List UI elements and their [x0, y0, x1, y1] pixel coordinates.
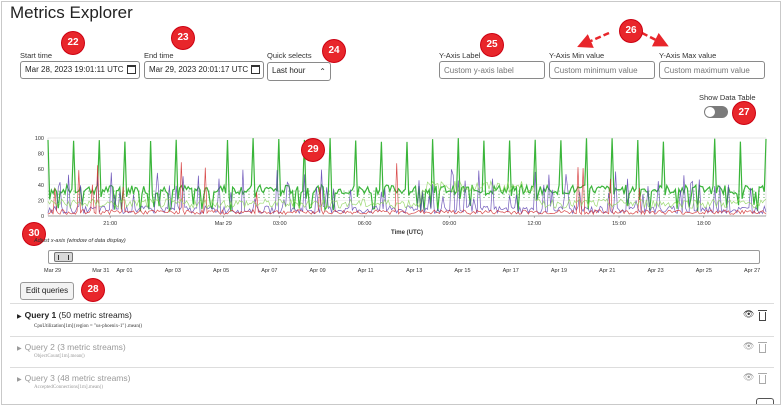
query-row[interactable]: ▶ Query 1 (50 metric streams) CpuUtilizat… — [10, 303, 774, 336]
callout-badge-25: 25 — [481, 34, 503, 56]
callout-badge-29: 29 — [302, 139, 324, 161]
start-time-value: Mar 28, 2023 19:01:11 UTC — [25, 65, 124, 74]
x-tick-label: 21:00 — [103, 221, 117, 227]
trash-icon[interactable] — [758, 373, 767, 384]
x-tick-label: 18:00 — [697, 221, 711, 227]
eye-off-icon[interactable]: 👁 — [743, 341, 754, 352]
range-date-label: Mar 31 — [92, 268, 110, 274]
query-name: Query 1 — [24, 310, 57, 320]
query-stream-count: (50 metric streams) — [58, 310, 132, 320]
x-tick-label: 06:00 — [358, 221, 372, 227]
x-axis-range-slider[interactable] — [48, 250, 760, 264]
calendar-icon[interactable] — [251, 65, 260, 74]
end-time-value: Mar 29, 2023 20:01:17 UTC — [149, 65, 249, 74]
y-tick-label: 100 — [35, 136, 44, 142]
range-thumb[interactable] — [54, 252, 73, 262]
query-row[interactable]: ▶ Query 2 (3 metric streams) ObjectCount[… — [10, 336, 774, 367]
y-tick-label: 40 — [38, 183, 44, 189]
y-tick-label: 60 — [38, 167, 44, 173]
end-time-input[interactable]: Mar 29, 2023 20:01:17 UTC — [144, 61, 264, 79]
query-title[interactable]: ▶ Query 3 (48 metric streams) — [17, 373, 130, 383]
y-axis-min-input[interactable] — [549, 61, 655, 79]
range-date-label: Apr 27 — [744, 268, 761, 274]
start-time-label: Start time — [20, 51, 53, 60]
y-axis-label-input[interactable] — [439, 61, 545, 79]
scroll-handle[interactable] — [756, 398, 774, 404]
range-date-label: Apr 07 — [261, 268, 278, 274]
query-title[interactable]: ▶ Query 2 (3 metric streams) — [17, 342, 126, 352]
page-title: Metrics Explorer — [10, 3, 133, 22]
y-tick-label: 80 — [38, 152, 44, 158]
query-expression: CpuUtilization[1m]{region = "us-phoenix-… — [34, 324, 143, 329]
range-date-label: Apr 25 — [695, 268, 712, 274]
metrics-explorer-panel: Metrics Explorer Start time Mar 28, 2023… — [1, 1, 781, 405]
start-time-input[interactable]: Mar 28, 2023 19:01:11 UTC — [20, 61, 140, 79]
range-date-label: Apr 19 — [550, 268, 568, 274]
range-date-label: Apr 21 — [599, 268, 616, 274]
trash-icon[interactable] — [758, 310, 767, 321]
caret-right-icon: ▶ — [17, 377, 22, 383]
callout-badge-24: 24 — [323, 40, 345, 62]
metrics-line-chart[interactable]: 0 20 40 60 80 100 21:00 Mar 29 03:00 06:00 09:00 12… — [10, 130, 770, 240]
x-tick-label: Mar 29 — [215, 221, 232, 227]
quick-selects-value: Last hour — [272, 66, 306, 75]
query-stream-count: (3 metric streams) — [57, 342, 126, 352]
quick-selects-dropdown[interactable]: Last hour ⌃ — [267, 62, 331, 81]
adjust-x-axis-label: Adjust x-axis (window of data display) — [34, 238, 126, 244]
edit-queries-button[interactable]: Edit queries — [20, 282, 74, 300]
query-name: Query 3 — [24, 373, 55, 383]
y-tick-label: 0 — [41, 214, 44, 220]
eye-off-icon[interactable]: 👁 — [743, 372, 754, 383]
show-data-table-toggle[interactable] — [704, 106, 728, 118]
range-date-label: Apr 11 — [357, 268, 374, 274]
callout-badge-23: 23 — [172, 27, 194, 49]
y-axis-label-label: Y-Axis Label — [439, 51, 481, 60]
range-date-label: Apr 05 — [212, 268, 230, 274]
query-row[interactable]: ▶ Query 3 (48 metric streams) AcceptedCon… — [10, 367, 774, 400]
query-name: Query 2 — [24, 342, 55, 352]
y-axis-max-input[interactable] — [659, 61, 765, 79]
range-date-label: Apr 17 — [502, 268, 519, 274]
x-tick-label: 03:00 — [273, 221, 287, 227]
callout-badge-26: 26 — [620, 20, 642, 42]
range-date-label: Apr 09 — [309, 268, 326, 274]
x-axis-title: Time (UTC) — [391, 230, 423, 236]
range-date-label: Apr 23 — [647, 268, 664, 274]
show-data-table-label: Show Data Table — [699, 93, 756, 102]
query-expression: ObjectCount[1m].mean() — [34, 354, 85, 359]
x-tick-label: 09:00 — [443, 221, 457, 227]
query-stream-count: (48 metric streams) — [57, 373, 131, 383]
end-time-label: End time — [144, 51, 174, 60]
range-date-label: Apr 03 — [164, 268, 181, 274]
query-title[interactable]: ▶ Query 1 (50 metric streams) — [17, 310, 132, 320]
callout-badge-27: 27 — [733, 102, 755, 124]
calendar-icon[interactable] — [127, 65, 136, 74]
quick-selects-label: Quick selects — [267, 51, 312, 60]
range-date-label: Mar 29 — [44, 268, 62, 274]
toggle-knob — [705, 107, 715, 117]
x-tick-label: 15:00 — [612, 221, 626, 227]
range-date-label: Apr 13 — [406, 268, 423, 274]
query-expression: AcceptedConnections[1m].mean() — [34, 385, 104, 390]
range-date-label: Apr 01 — [116, 268, 133, 274]
range-date-label: Apr 15 — [454, 268, 471, 274]
caret-right-icon: ▶ — [17, 314, 22, 320]
y-tick-label: 20 — [38, 198, 44, 204]
caret-right-icon: ▶ — [17, 346, 22, 352]
trash-icon[interactable] — [758, 342, 767, 353]
x-tick-label: 12:00 — [527, 221, 541, 227]
eye-icon[interactable]: 👁 — [743, 309, 754, 320]
chevron-updown-icon: ⌃ — [319, 67, 326, 76]
callout-badge-28: 28 — [82, 279, 104, 301]
callout-badge-22: 22 — [62, 32, 84, 54]
